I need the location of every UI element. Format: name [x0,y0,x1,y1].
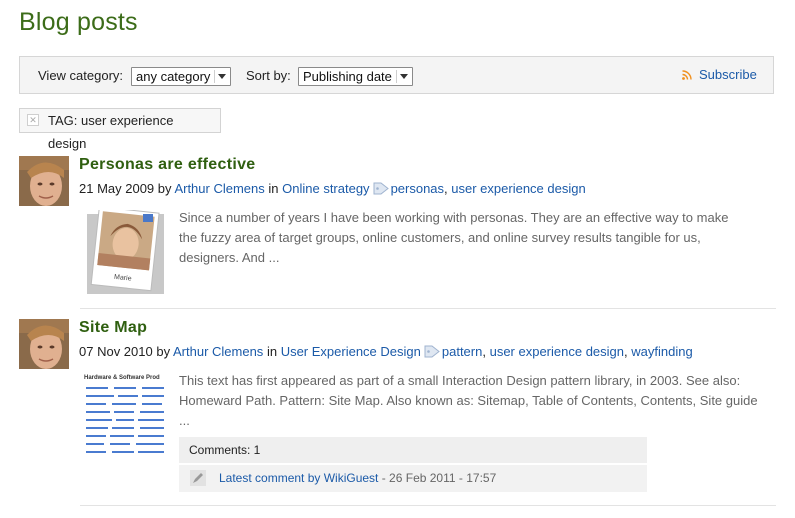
post-excerpt: This text has first appeared as part of … [179,373,758,428]
post-thumbnail[interactable]: Marie [87,206,164,294]
subscribe-link[interactable]: Subscribe [699,67,757,82]
latest-comment-date: - 26 Feb 2011 - 17:57 [378,471,497,485]
tag-icon [373,182,389,195]
blog-post: Site Map 07 Nov 2010 by Arthur Clemens i… [19,319,776,499]
comments-box: Comments: 1 Latest comment by WikiGuest … [179,437,647,492]
sort-select[interactable]: Publishing date [298,67,413,86]
comments-count: Comments: 1 [179,437,647,463]
sort-select-value: Publishing date [303,69,392,84]
post-title[interactable]: Site Map [79,319,147,337]
tag-filter-prefix: TAG: [48,113,78,128]
post-divider [80,505,776,506]
post-date: 21 May 2009 [79,181,155,196]
in-text: in [268,181,279,196]
tag-icon [424,345,440,358]
tag-link[interactable]: user experience design [490,344,624,359]
remove-tag-icon[interactable]: ✕ [27,114,39,126]
thumb-heading: Hardware & Software Prod [84,375,160,381]
author-link[interactable]: Arthur Clemens [174,181,264,196]
tag-link[interactable]: pattern [442,344,482,359]
tag-link[interactable]: personas [391,181,444,196]
chevron-down-icon [214,70,228,83]
category-select-value: any category [136,69,211,84]
filter-toolbar: View category: any category Sort by: Pub… [19,56,774,94]
tag-link[interactable]: wayfinding [631,344,692,359]
by-text: by [157,181,172,196]
post-title[interactable]: Personas are effective [79,156,255,174]
category-link[interactable]: User Experience Design [281,344,421,359]
post-thumbnail[interactable]: Hardware & Software Prod [84,375,166,456]
author-avatar[interactable] [19,156,69,206]
post-date: 07 Nov 2010 [79,344,153,359]
latest-comment-link[interactable]: Latest comment by WikiGuest [219,471,378,485]
active-tag-filter: ✕ TAG: user experience design [19,108,221,151]
author-link[interactable]: Arthur Clemens [173,344,263,359]
post-divider [80,308,776,309]
chevron-down-icon [396,70,410,83]
pencil-icon [190,470,206,486]
latest-comment: Latest comment by WikiGuest - 26 Feb 201… [179,465,647,492]
view-category-label: View category: [38,68,124,83]
rss-icon [682,70,692,80]
by-text: by [156,344,171,359]
in-text: in [266,344,278,359]
page-title: Blog posts [19,8,138,36]
post-meta: 21 May 2009 by Arthur Clemens in Online … [79,181,586,196]
tag-link[interactable]: user experience design [451,181,585,196]
sort-by-label: Sort by: [246,68,291,83]
blog-post: Personas are effective 21 May 2009 by Ar… [19,156,776,306]
category-select[interactable]: any category [131,67,231,86]
category-link[interactable]: Online strategy [282,181,369,196]
author-avatar[interactable] [19,319,69,369]
post-meta: 07 Nov 2010 by Arthur Clemens in User Ex… [79,344,693,359]
post-excerpt: Since a number of years I have been work… [179,210,729,265]
